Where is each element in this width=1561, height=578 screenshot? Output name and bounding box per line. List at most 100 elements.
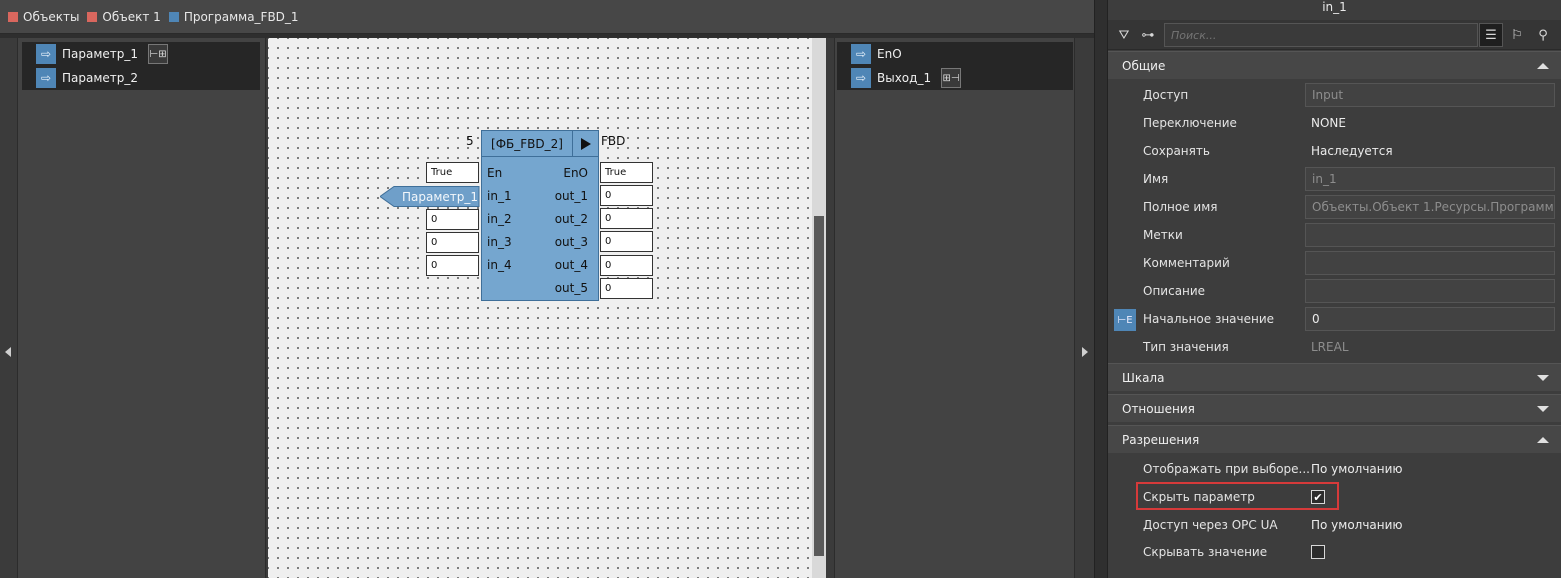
prop-label: Отображать при выборе...	[1143, 462, 1310, 476]
left-collapse-strip[interactable]	[0, 38, 18, 578]
fb-title: [ФБ_FBD_2]	[482, 131, 573, 157]
prop-value[interactable]: Input	[1305, 83, 1555, 107]
prop-row-show-on-select: Отображать при выборе... По умолчанию	[1108, 455, 1561, 483]
prop-value[interactable]: Наследуется	[1305, 139, 1555, 163]
highlight-box	[1136, 482, 1339, 510]
fb-output-pin[interactable]: out_3	[555, 235, 588, 249]
fbd-canvas[interactable]	[268, 38, 812, 578]
parameter-link-tag[interactable]: Параметр_1	[380, 186, 480, 207]
prop-row-save: Сохранять Наследуется	[1108, 137, 1561, 165]
chevron-down-icon	[1537, 406, 1549, 412]
input-item-parameter-2[interactable]: ⇨ Параметр_2	[22, 66, 260, 90]
prop-value[interactable]: 0	[1305, 307, 1555, 331]
outputs-panel: ⇨ EnO ⇨ Выход_1 ⊞⊣	[834, 38, 1074, 578]
prop-value[interactable]: NONE	[1305, 111, 1555, 135]
fb-output-pin[interactable]: out_2	[555, 212, 588, 226]
list-view-icon[interactable]: ☰	[1479, 23, 1503, 47]
collapse-left-icon[interactable]	[5, 347, 11, 357]
input-label: Параметр_1	[62, 47, 139, 61]
fb-input-value[interactable]: 0	[426, 209, 479, 230]
section-permissions[interactable]: Разрешения	[1108, 425, 1561, 453]
prop-label: Полное имя	[1143, 200, 1218, 214]
prop-row-value-type: Тип значения LREAL	[1108, 333, 1561, 361]
object-color-icon	[87, 11, 98, 22]
prop-value[interactable]: Объекты.Объект 1.Ресурсы.Программы.Пр	[1305, 195, 1555, 219]
fb-output-value[interactable]: 0	[600, 185, 653, 206]
output-item-eno[interactable]: ⇨ EnO	[837, 42, 1073, 66]
tree-filter-icon[interactable]: ⊶	[1136, 23, 1160, 47]
prop-label: Метки	[1143, 228, 1183, 242]
prop-value[interactable]	[1305, 279, 1555, 303]
fb-output-value[interactable]: 0	[600, 278, 653, 299]
fb-input-value[interactable]: True	[426, 162, 479, 183]
prop-value-cell	[1305, 540, 1555, 564]
hide-value-checkbox[interactable]	[1311, 545, 1325, 559]
pin-icon[interactable]: ⚲	[1531, 23, 1555, 47]
outputs-gap	[826, 38, 834, 578]
prop-value[interactable]: По умолчанию	[1305, 457, 1555, 481]
prop-label: Имя	[1143, 172, 1169, 186]
breadcrumb-item-objects[interactable]: Объекты	[8, 10, 79, 24]
fb-output-pin[interactable]: out_4	[555, 258, 588, 272]
scrollbar-thumb[interactable]	[814, 216, 824, 556]
breadcrumb-item-object-1[interactable]: Объект 1	[87, 10, 161, 24]
fb-output-value[interactable]: 0	[600, 255, 653, 276]
fb-output-value[interactable]: 0	[600, 231, 653, 252]
search-box[interactable]	[1164, 23, 1478, 47]
function-block[interactable]: [ФБ_FBD_2] En in_1 in_2 in_3 in_4 EnO ou…	[481, 130, 599, 301]
prop-value[interactable]: LREAL	[1305, 335, 1555, 359]
flag-icon[interactable]: ⚐	[1505, 23, 1529, 47]
fb-input-pin[interactable]: in_1	[487, 189, 512, 203]
initial-value-link-icon[interactable]: ⊢E	[1114, 309, 1136, 331]
section-label: Общие	[1122, 58, 1166, 73]
play-icon	[581, 137, 591, 150]
panel-splitter[interactable]	[1094, 0, 1108, 578]
input-label: Параметр_2	[62, 71, 139, 85]
right-collapse-strip[interactable]	[1074, 38, 1094, 578]
prop-row-access: Доступ Input	[1108, 81, 1561, 109]
prop-value[interactable]	[1305, 251, 1555, 275]
fb-output-pin[interactable]: out_5	[555, 281, 588, 295]
prop-label: Описание	[1143, 284, 1206, 298]
fb-execution-index: 5	[466, 134, 474, 148]
section-scale[interactable]: Шкала	[1108, 363, 1561, 391]
fb-input-pin[interactable]: in_4	[487, 258, 512, 272]
section-relations[interactable]: Отношения	[1108, 394, 1561, 422]
fb-output-value[interactable]: True	[600, 162, 653, 183]
prop-value[interactable]: in_1	[1305, 167, 1555, 191]
output-item-output-1[interactable]: ⇨ Выход_1 ⊞⊣	[837, 66, 1073, 90]
fb-input-pin[interactable]: En	[487, 166, 502, 180]
output-label: Выход_1	[877, 71, 932, 85]
section-label: Отношения	[1122, 401, 1195, 416]
breadcrumb-item-program[interactable]: Программа_FBD_1	[168, 10, 299, 24]
canvas-scrollbar[interactable]	[812, 38, 826, 578]
prop-value[interactable]	[1305, 223, 1555, 247]
filter-icon[interactable]: ⛛	[1112, 23, 1136, 47]
prop-label: Доступ через OPC UA	[1143, 518, 1278, 532]
fb-run-button[interactable]	[573, 131, 599, 157]
output-arrow-icon: ⇨	[851, 44, 871, 64]
output-connector-icon[interactable]: ⊞⊣	[941, 68, 962, 88]
fb-input-pin[interactable]: in_3	[487, 235, 512, 249]
prop-row-switching: Переключение NONE	[1108, 109, 1561, 137]
input-item-parameter-1[interactable]: ⇨ Параметр_1 ⊢⊞	[22, 42, 260, 66]
properties-title: in_1	[1322, 0, 1347, 14]
fb-output-value[interactable]: 0	[600, 208, 653, 229]
chevron-up-icon	[1537, 63, 1549, 69]
parameter-link-label: Параметр_1	[402, 190, 478, 204]
search-input[interactable]	[1171, 28, 1477, 42]
outputs-list: ⇨ EnO ⇨ Выход_1 ⊞⊣	[837, 42, 1073, 90]
fb-input-value[interactable]: 0	[426, 232, 479, 253]
fb-output-pin[interactable]: EnO	[563, 166, 588, 180]
breadcrumb: Объекты Объект 1 Программа_FBD_1	[0, 0, 1100, 34]
fb-output-pin[interactable]: out_1	[555, 189, 588, 203]
prop-row-description: Описание	[1108, 277, 1561, 305]
collapse-right-icon[interactable]	[1082, 347, 1088, 357]
input-arrow-icon: ⇨	[36, 68, 56, 88]
prop-row-full-name: Полное имя Объекты.Объект 1.Ресурсы.Прог…	[1108, 193, 1561, 221]
section-general[interactable]: Общие	[1108, 51, 1561, 79]
prop-value[interactable]: По умолчанию	[1305, 513, 1555, 537]
fb-input-pin[interactable]: in_2	[487, 212, 512, 226]
input-connector-icon[interactable]: ⊢⊞	[148, 44, 169, 64]
fb-input-value[interactable]: 0	[426, 255, 479, 276]
